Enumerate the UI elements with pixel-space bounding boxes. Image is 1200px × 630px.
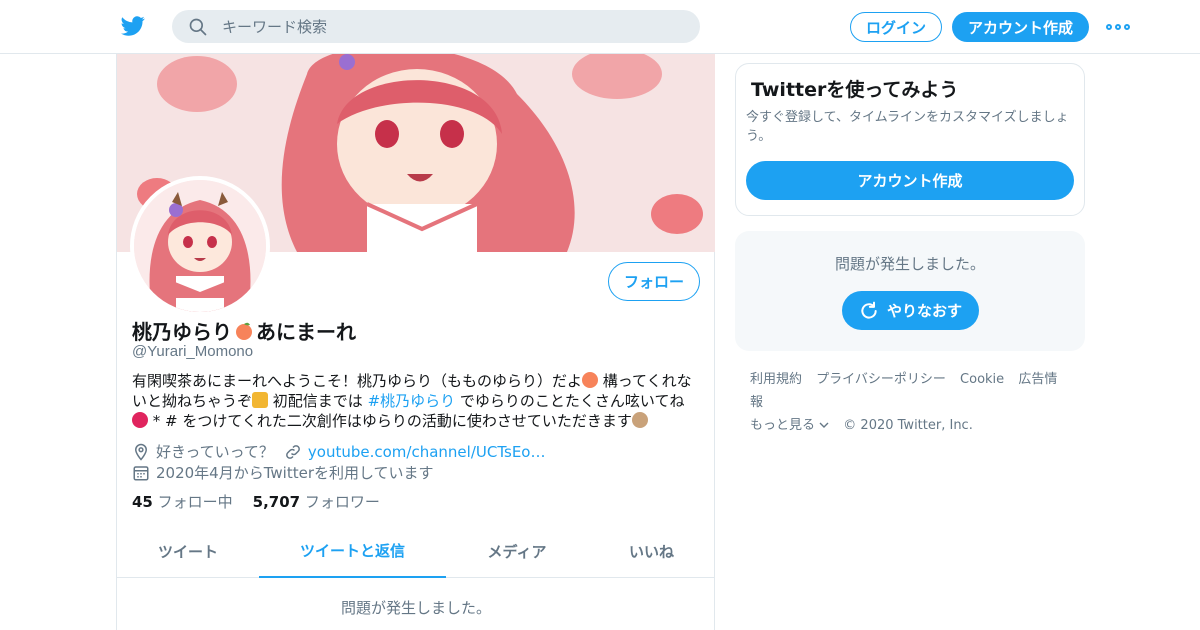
display-name-text: 桃乃ゆらり xyxy=(132,320,232,344)
footer-terms-link[interactable]: 利用規約 xyxy=(750,372,802,387)
peach-emoji-icon xyxy=(236,322,252,340)
following-stat[interactable]: 45 フォロー中 xyxy=(132,491,233,512)
follow-stats: 45 フォロー中 5,707 フォロワー xyxy=(132,491,380,512)
tab-media[interactable]: メディア xyxy=(446,524,588,578)
tab-tweets[interactable]: ツイート xyxy=(117,524,259,578)
followers-count: 5,707 xyxy=(252,493,301,511)
profile-location: 好きっていって？ xyxy=(156,443,274,461)
calendar-icon xyxy=(133,465,149,480)
followers-stat[interactable]: 5,707 フォロワー xyxy=(253,491,380,512)
tab-tweets-and-replies[interactable]: ツイートと返信 xyxy=(259,524,446,578)
bio-text: 初配信までは xyxy=(268,392,368,410)
retry-button[interactable]: やりなおす xyxy=(842,291,979,330)
following-label: フォロー中 xyxy=(157,493,233,511)
location-pin-icon xyxy=(134,443,148,461)
profile-joined-row: 2020年4月からTwitterを利用しています xyxy=(132,462,434,483)
display-name: 桃乃ゆらり あにまーれ xyxy=(132,316,356,345)
top-nav: ログイン アカウント作成 xyxy=(0,0,1200,54)
refresh-icon xyxy=(861,301,877,319)
peach-emoji-icon xyxy=(582,372,599,388)
display-name-suffix: あにまーれ xyxy=(256,320,356,344)
footer-links: 利用規約 プライバシーポリシー Cookie 広告情報 もっと見る © 2020… xyxy=(750,368,1080,437)
sidebar-signup-button[interactable]: アカウント作成 xyxy=(746,161,1074,200)
signup-button[interactable]: アカウント作成 xyxy=(952,12,1089,42)
user-handle: @Yurari_Momono xyxy=(132,343,254,360)
profile-location-url-row: 好きっていって？ youtube.com/channel/UCTsEo… xyxy=(132,441,545,462)
retry-label: やりなおす xyxy=(886,302,962,320)
tab-likes[interactable]: いいね xyxy=(588,524,715,578)
bio-hashtag-link[interactable]: #桃乃ゆらり xyxy=(368,392,456,410)
profile-url-link[interactable]: youtube.com/channel/UCTsEo… xyxy=(308,443,546,461)
signup-card: Twitterを使ってみよう 今すぐ登録して、タイムラインをカスタマイズしましょ… xyxy=(735,63,1085,216)
dog-emoji-icon xyxy=(252,392,269,408)
login-button[interactable]: ログイン xyxy=(850,12,942,42)
search-input[interactable] xyxy=(222,10,682,43)
signup-card-title: Twitterを使ってみよう xyxy=(751,79,959,101)
bio-text: * # をつけてくれた二次創作はゆらりの活動に使わさせていただきます xyxy=(148,412,632,430)
follow-button[interactable]: フォロー xyxy=(608,262,700,301)
search-box[interactable] xyxy=(172,10,700,43)
bio-text: 有閑喫茶あにまーれへようこそ！桃乃ゆらり（もものゆらり）だよ xyxy=(132,372,583,390)
footer-more-link[interactable]: もっと見る xyxy=(750,418,829,433)
heart-emoji-icon xyxy=(132,412,148,428)
link-icon xyxy=(285,444,300,459)
avatar[interactable] xyxy=(130,176,270,316)
profile-joined-date: 2020年4月からTwitterを利用しています xyxy=(156,464,434,482)
timeline-error-message: 問題が発生しました。 xyxy=(340,599,491,617)
footer-more-label: もっと見る xyxy=(750,418,816,433)
bio-text: でゆらりのことたくさん呟いてね xyxy=(455,392,685,410)
search-icon xyxy=(189,18,207,36)
twitter-bird-icon[interactable] xyxy=(120,14,146,38)
footer-privacy-link[interactable]: プライバシーポリシー xyxy=(816,372,946,387)
chevron-down-icon xyxy=(819,422,829,428)
profile-tabs: ツイート ツイートと返信 メディア いいね xyxy=(117,524,715,578)
following-count: 45 xyxy=(132,493,153,511)
profile-bio: 有閑喫茶あにまーれへようこそ！桃乃ゆらり（もものゆらり）だよ 構ってくれないと拗… xyxy=(132,371,702,431)
more-dots-icon[interactable] xyxy=(1106,17,1130,37)
palette-emoji-icon xyxy=(631,412,648,428)
footer-copyright: © 2020 Twitter, Inc. xyxy=(843,418,973,433)
signup-card-description: 今すぐ登録して、タイムラインをカスタマイズしましょう。 xyxy=(746,110,1069,144)
sidebar-error-message: 問題が発生しました。 xyxy=(834,255,985,273)
followers-label: フォロワー xyxy=(304,493,380,511)
footer-cookie-link[interactable]: Cookie xyxy=(960,372,1004,387)
sidebar-error-card: 問題が発生しました。 やりなおす xyxy=(735,231,1085,351)
profile-column: フォロー 桃乃ゆらり あにまーれ @Yurari_Momono 有閑喫茶あにまー… xyxy=(116,54,715,630)
